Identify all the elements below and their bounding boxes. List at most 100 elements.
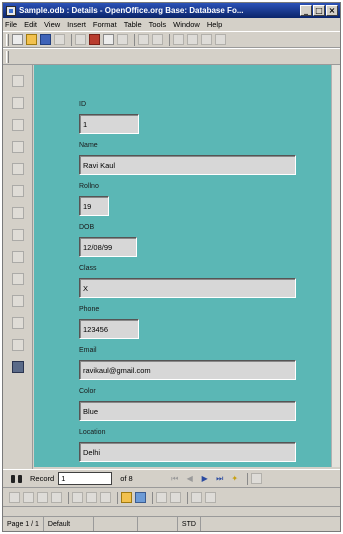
send-to-back-icon[interactable] bbox=[205, 492, 216, 503]
status-filler bbox=[201, 517, 340, 531]
checkbox-icon[interactable] bbox=[12, 141, 24, 153]
save-record-icon[interactable] bbox=[250, 473, 262, 484]
anchor-icon[interactable] bbox=[170, 492, 181, 503]
cut-icon[interactable] bbox=[173, 34, 184, 45]
form-navigator-icon[interactable] bbox=[156, 492, 167, 503]
maximize-button[interactable]: □ bbox=[313, 5, 325, 16]
menu-tools[interactable]: Tools bbox=[149, 20, 167, 29]
name-field[interactable]: Ravi Kaul bbox=[79, 155, 296, 175]
format-paintbrush-icon[interactable] bbox=[215, 34, 226, 45]
selection-mode[interactable]: STD bbox=[178, 517, 201, 531]
phone-label: Phone bbox=[79, 306, 100, 313]
next-record-icon[interactable]: ▶ bbox=[199, 473, 211, 484]
first-record-icon[interactable]: ⏮ bbox=[169, 473, 181, 484]
menu-edit[interactable]: Edit bbox=[24, 20, 37, 29]
design-mode-icon[interactable] bbox=[12, 97, 24, 109]
page-indicator: Page 1 / 1 bbox=[3, 517, 44, 531]
sort-icon[interactable] bbox=[51, 492, 62, 503]
formatted-field-icon[interactable] bbox=[12, 185, 24, 197]
search-record-icon[interactable] bbox=[9, 492, 20, 503]
toolbar-separator bbox=[169, 33, 170, 46]
insert-mode-cell[interactable] bbox=[138, 517, 178, 531]
export-pdf-icon[interactable] bbox=[89, 34, 100, 45]
vertical-scrollbar[interactable] bbox=[331, 65, 340, 467]
location-field[interactable]: Delhi bbox=[79, 442, 296, 462]
form-navigation-toolbar bbox=[3, 489, 340, 507]
apply-filter-icon[interactable] bbox=[86, 492, 97, 503]
sort-descending-icon[interactable] bbox=[37, 492, 48, 503]
record-label: Record bbox=[30, 474, 55, 483]
id-label: ID bbox=[79, 101, 86, 108]
id-field[interactable]: 1 bbox=[79, 114, 139, 134]
record-navigation-bar: Record 1 of 8 ⏮ ◀ ▶ ⏭ ✦ bbox=[3, 469, 340, 488]
label-field-icon[interactable] bbox=[12, 295, 24, 307]
more-controls-icon[interactable] bbox=[12, 317, 24, 329]
toolbar-grip[interactable] bbox=[6, 33, 9, 46]
color-field[interactable]: Blue bbox=[79, 401, 296, 421]
push-button-icon[interactable] bbox=[12, 207, 24, 219]
save-icon[interactable] bbox=[40, 34, 51, 45]
title-bar[interactable]: Sample.odb : Details - OpenOffice.org Ba… bbox=[3, 3, 340, 18]
name-label: Name bbox=[79, 142, 98, 149]
toolbar-separator bbox=[71, 33, 72, 46]
sort-ascending-icon[interactable] bbox=[23, 492, 34, 503]
new-document-icon[interactable] bbox=[12, 34, 23, 45]
select-icon[interactable] bbox=[12, 75, 24, 87]
toolbar-separator bbox=[152, 491, 153, 504]
phone-field[interactable]: 123456 bbox=[79, 319, 139, 339]
toolbar-separator bbox=[68, 491, 69, 504]
menu-view[interactable]: View bbox=[44, 20, 60, 29]
control-wizards-icon[interactable] bbox=[12, 119, 24, 131]
bring-to-front-icon[interactable] bbox=[191, 492, 202, 503]
app-icon bbox=[6, 5, 16, 16]
menu-help[interactable]: Help bbox=[207, 20, 222, 29]
data-to-text-icon[interactable] bbox=[121, 492, 132, 503]
data-source-icon[interactable] bbox=[135, 492, 146, 503]
standard-filter-icon[interactable] bbox=[100, 492, 111, 503]
print-preview-icon[interactable] bbox=[117, 34, 128, 45]
close-button[interactable]: × bbox=[326, 5, 338, 16]
form-design-toolbar bbox=[3, 48, 340, 65]
dob-label: DOB bbox=[79, 224, 95, 231]
page-style[interactable]: Default bbox=[44, 517, 94, 531]
menu-file[interactable]: File bbox=[5, 20, 17, 29]
menu-window[interactable]: Window bbox=[173, 20, 200, 29]
toolbar-grip[interactable] bbox=[6, 50, 9, 63]
rollno-field[interactable]: 19 bbox=[79, 196, 109, 216]
class-field[interactable]: X bbox=[79, 278, 296, 298]
copy-icon[interactable] bbox=[187, 34, 198, 45]
text-box-icon[interactable] bbox=[12, 163, 24, 175]
menu-insert[interactable]: Insert bbox=[67, 20, 86, 29]
new-record-icon[interactable]: ✦ bbox=[229, 473, 241, 484]
dob-field[interactable]: 12/08/99 bbox=[79, 237, 137, 257]
zoom-cell[interactable] bbox=[94, 517, 138, 531]
list-box-icon[interactable] bbox=[12, 251, 24, 263]
combo-box-icon[interactable] bbox=[12, 273, 24, 285]
wizards-on-off-icon[interactable] bbox=[12, 361, 24, 373]
record-number-input[interactable]: 1 bbox=[58, 472, 113, 485]
standard-toolbar bbox=[3, 31, 340, 48]
menu-format[interactable]: Format bbox=[93, 20, 117, 29]
email-icon[interactable] bbox=[54, 34, 65, 45]
location-label: Location bbox=[79, 429, 106, 436]
form-design-icon[interactable] bbox=[12, 339, 24, 351]
autofilter-icon[interactable] bbox=[72, 492, 83, 503]
email-field[interactable]: ravikaul@gmail.com bbox=[79, 360, 296, 380]
previous-record-icon[interactable]: ◀ bbox=[184, 473, 196, 484]
menu-table[interactable]: Table bbox=[124, 20, 142, 29]
minimize-button[interactable]: _ bbox=[300, 5, 312, 16]
option-button-icon[interactable] bbox=[12, 229, 24, 241]
last-record-icon[interactable]: ⏭ bbox=[214, 473, 226, 484]
paste-icon[interactable] bbox=[201, 34, 212, 45]
toolbar-separator bbox=[117, 491, 118, 504]
binoculars-icon[interactable] bbox=[11, 474, 22, 484]
toolbar-separator bbox=[246, 472, 248, 485]
autospellcheck-icon[interactable] bbox=[152, 34, 163, 45]
color-label: Color bbox=[79, 388, 96, 395]
toolbar-separator bbox=[187, 491, 188, 504]
spellcheck-icon[interactable] bbox=[138, 34, 149, 45]
edit-file-icon[interactable] bbox=[75, 34, 86, 45]
open-folder-icon[interactable] bbox=[26, 34, 37, 45]
form-canvas: ID 1 Name Ravi Kaul Rollno 19 DOB 12/08/… bbox=[34, 65, 331, 467]
print-icon[interactable] bbox=[103, 34, 114, 45]
